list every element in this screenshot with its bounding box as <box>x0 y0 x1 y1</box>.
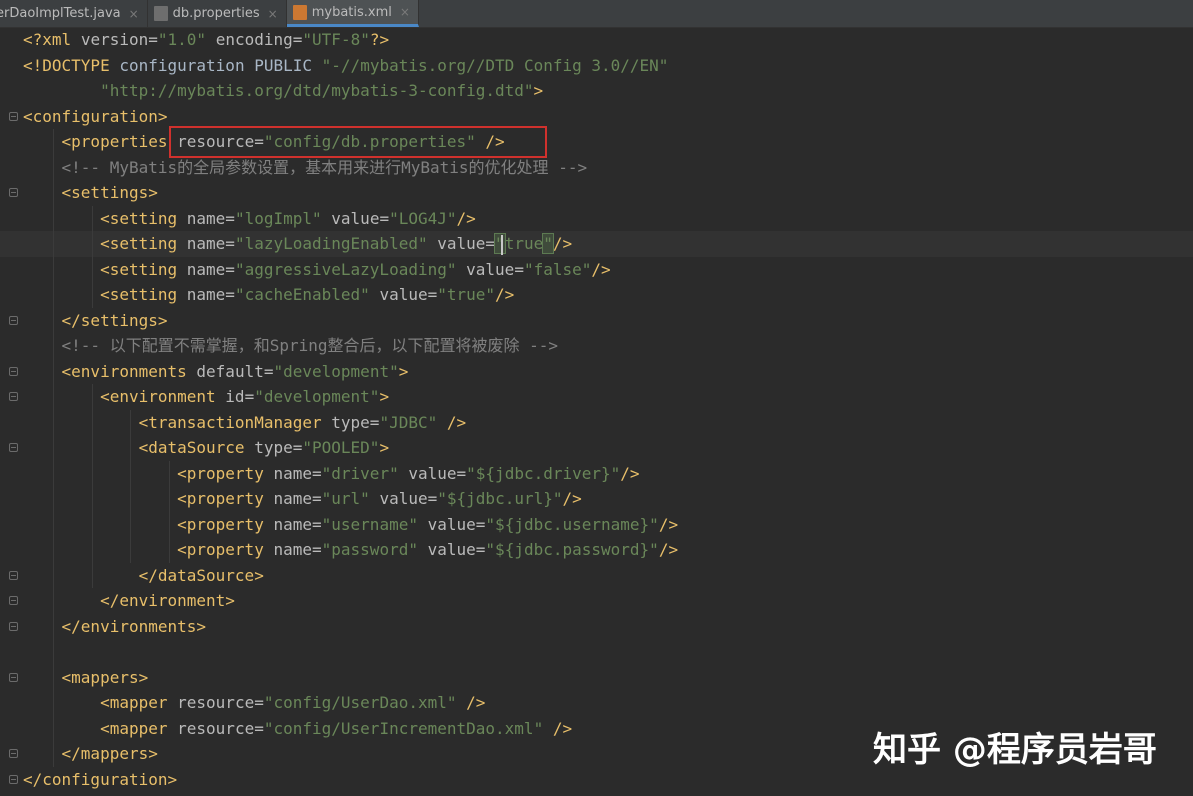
code-line[interactable]: <!-- 以下配置不需掌握，和Spring整合后，以下配置将被废除 --> <box>23 333 559 359</box>
code-line[interactable]: </environment> <box>23 588 235 614</box>
tab-label: mybatis.xml <box>311 4 392 20</box>
fold-gutter <box>0 28 20 796</box>
code-line[interactable]: <transactionManager type="JDBC" /> <box>23 410 467 436</box>
code-line[interactable]: <environment id="development"> <box>23 384 389 410</box>
close-icon[interactable]: × <box>268 7 278 21</box>
close-icon[interactable]: × <box>129 7 139 21</box>
code-line[interactable]: <property name="username" value="${jdbc.… <box>23 512 678 538</box>
tab-mybatis-xml[interactable]: mybatis.xml × <box>286 0 419 27</box>
code-line[interactable]: </environments> <box>23 614 207 640</box>
code-line[interactable]: <settings> <box>23 180 158 206</box>
tab-erdaoimpltest-java[interactable]: erDaoImplTest.java × <box>0 0 148 27</box>
fold-toggle-icon[interactable] <box>9 366 18 376</box>
tab-label: db.properties <box>172 6 260 21</box>
fold-toggle-icon[interactable] <box>9 672 18 682</box>
code-line[interactable]: <property name="url" value="${jdbc.url}"… <box>23 486 582 512</box>
code-line[interactable]: <setting name="cacheEnabled" value="true… <box>23 282 514 308</box>
code-line[interactable]: </settings> <box>23 308 168 334</box>
code-line[interactable]: <property name="password" value="${jdbc.… <box>23 537 678 563</box>
fold-toggle-icon[interactable] <box>9 111 18 121</box>
fold-toggle-icon[interactable] <box>9 774 18 784</box>
code-line[interactable]: <dataSource type="POOLED"> <box>23 435 389 461</box>
code-line[interactable]: "http://mybatis.org/dtd/mybatis-3-config… <box>23 78 543 104</box>
code-line[interactable]: <mapper resource="config/UserDao.xml" /> <box>23 690 485 716</box>
fold-toggle-icon[interactable] <box>9 596 18 605</box>
text-caret <box>501 235 503 255</box>
code-line[interactable]: </dataSource> <box>23 563 264 589</box>
code-line[interactable]: <setting name="aggressiveLazyLoading" va… <box>23 257 611 283</box>
code-line[interactable]: </mappers> <box>23 741 158 767</box>
code-line[interactable]: <mappers> <box>23 665 149 691</box>
code-line[interactable]: <property name="driver" value="${jdbc.dr… <box>23 461 639 487</box>
fold-toggle-icon[interactable] <box>9 392 18 401</box>
tab-db-properties[interactable]: db.properties × <box>148 0 287 27</box>
fold-toggle-icon[interactable] <box>9 188 18 197</box>
code-editor[interactable]: <?xml version="1.0" encoding="UTF-8"?> <!… <box>0 28 1193 796</box>
xml-file-icon <box>292 4 307 20</box>
close-icon[interactable]: × <box>400 5 410 19</box>
code-line[interactable]: </configuration> <box>23 767 177 793</box>
watermark: 知乎 @程序员岩哥 <box>873 730 1157 770</box>
code-line[interactable]: <mapper resource="config/UserIncrementDa… <box>23 716 572 742</box>
fold-toggle-icon[interactable] <box>9 621 18 631</box>
code-line[interactable]: <environments default="development"> <box>23 359 409 385</box>
fold-toggle-icon[interactable] <box>9 749 18 758</box>
properties-file-icon <box>153 6 168 21</box>
annotation-highlight-box <box>169 126 547 158</box>
fold-toggle-icon[interactable] <box>9 570 18 580</box>
fold-toggle-icon[interactable] <box>9 315 18 325</box>
editor-tab-bar: erDaoImplTest.java × db.properties × mybatis… <box>0 0 1193 28</box>
tab-label: erDaoImplTest.java <box>0 6 121 21</box>
code-line[interactable]: <setting name="logImpl" value="LOG4J"/> <box>23 206 476 232</box>
code-line[interactable]: <setting name="lazyLoadingEnabled" value… <box>23 231 572 257</box>
code-line[interactable]: <!DOCTYPE configuration PUBLIC "-//mybat… <box>23 53 668 79</box>
code-line[interactable]: <configuration> <box>23 104 168 130</box>
fold-toggle-icon[interactable] <box>9 443 18 452</box>
code-line[interactable]: <!-- MyBatis的全局参数设置，基本用来进行MyBatis的优化处理 -… <box>23 155 588 181</box>
code-line[interactable]: <?xml version="1.0" encoding="UTF-8"?> <box>23 27 389 53</box>
